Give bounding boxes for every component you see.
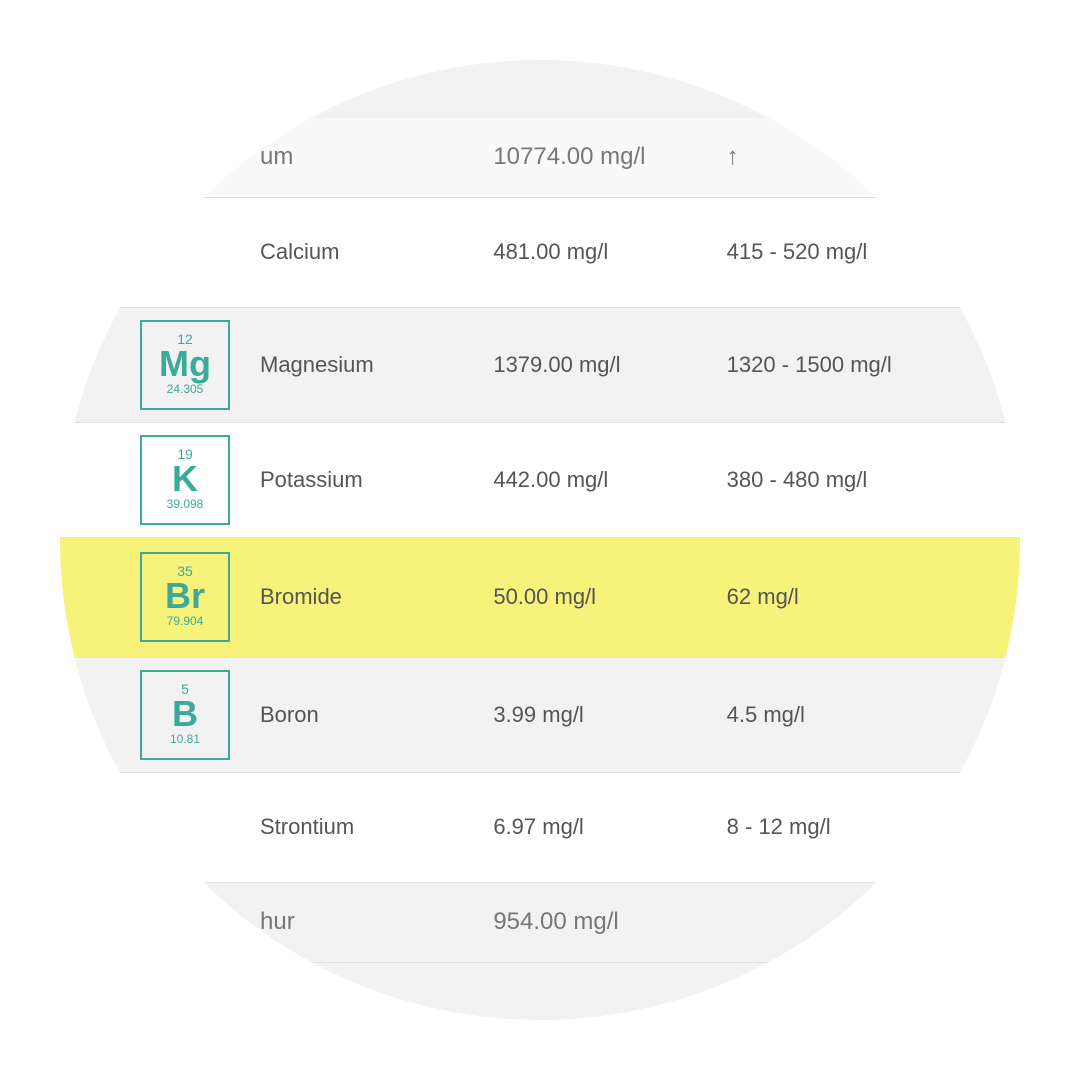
element-box-boron: 5 B 10.81 (140, 670, 230, 760)
strontium-range: 8 - 12 mg/l (727, 814, 960, 840)
row-calcium: Calcium 481.00 mg/l 415 - 520 mg/l (60, 198, 1020, 308)
boron-range: 4.5 mg/l (727, 702, 960, 728)
main-circle: um 10774.00 mg/l ↑ Calcium 481.00 mg/l 4… (60, 60, 1020, 1020)
boron-name: Boron (260, 702, 493, 728)
bromide-value: 50.00 mg/l (493, 584, 726, 610)
sulfur-value-partial: 954.00 mg/l (493, 908, 726, 936)
sodium-name-partial: um (260, 143, 493, 171)
bromide-name: Bromide (260, 584, 493, 610)
sulfur-name-partial: hur (260, 908, 493, 936)
mg-mass: 24.305 (167, 382, 204, 398)
sodium-range-partial: ↑ (727, 143, 960, 171)
sodium-value-partial: 10774.00 mg/l (493, 143, 726, 171)
element-box-magnesium: 12 Mg 24.305 (140, 320, 230, 410)
calcium-name: Calcium (260, 239, 493, 265)
element-box-potassium: 19 K 39.098 (140, 435, 230, 525)
mg-symbol: Mg (159, 346, 211, 382)
potassium-name: Potassium (260, 467, 493, 493)
row-potassium: 19 K 39.098 Potassium 442.00 mg/l 380 - … (60, 423, 1020, 538)
row-sulfur-partial: hur 954.00 mg/l (60, 883, 1020, 963)
row-strontium: Strontium 6.97 mg/l 8 - 12 mg/l (60, 773, 1020, 883)
magnesium-range: 1320 - 1500 mg/l (727, 352, 960, 378)
bromide-range: 62 mg/l (727, 584, 960, 610)
k-mass: 39.098 (167, 497, 204, 513)
potassium-value: 442.00 mg/l (493, 467, 726, 493)
row-boron: 5 B 10.81 Boron 3.99 mg/l 4.5 mg/l (60, 658, 1020, 773)
b-symbol: B (172, 696, 198, 732)
calcium-value: 481.00 mg/l (493, 239, 726, 265)
strontium-value: 6.97 mg/l (493, 814, 726, 840)
row-magnesium: 12 Mg 24.305 Magnesium 1379.00 mg/l 1320… (60, 308, 1020, 423)
strontium-name: Strontium (260, 814, 493, 840)
row-sodium-partial: um 10774.00 mg/l ↑ (60, 118, 1020, 198)
boron-value: 3.99 mg/l (493, 702, 726, 728)
magnesium-name: Magnesium (260, 352, 493, 378)
magnesium-value: 1379.00 mg/l (493, 352, 726, 378)
elements-table: um 10774.00 mg/l ↑ Calcium 481.00 mg/l 4… (60, 60, 1020, 1020)
calcium-range: 415 - 520 mg/l (727, 239, 960, 265)
br-symbol: Br (165, 578, 205, 614)
potassium-range: 380 - 480 mg/l (727, 467, 960, 493)
element-box-bromide: 35 Br 79.904 (140, 552, 230, 642)
b-mass: 10.81 (170, 732, 200, 748)
k-symbol: K (172, 461, 198, 497)
row-bromide: 35 Br 79.904 Bromide 50.00 mg/l 62 mg/l (60, 538, 1020, 658)
br-mass: 79.904 (167, 614, 204, 630)
